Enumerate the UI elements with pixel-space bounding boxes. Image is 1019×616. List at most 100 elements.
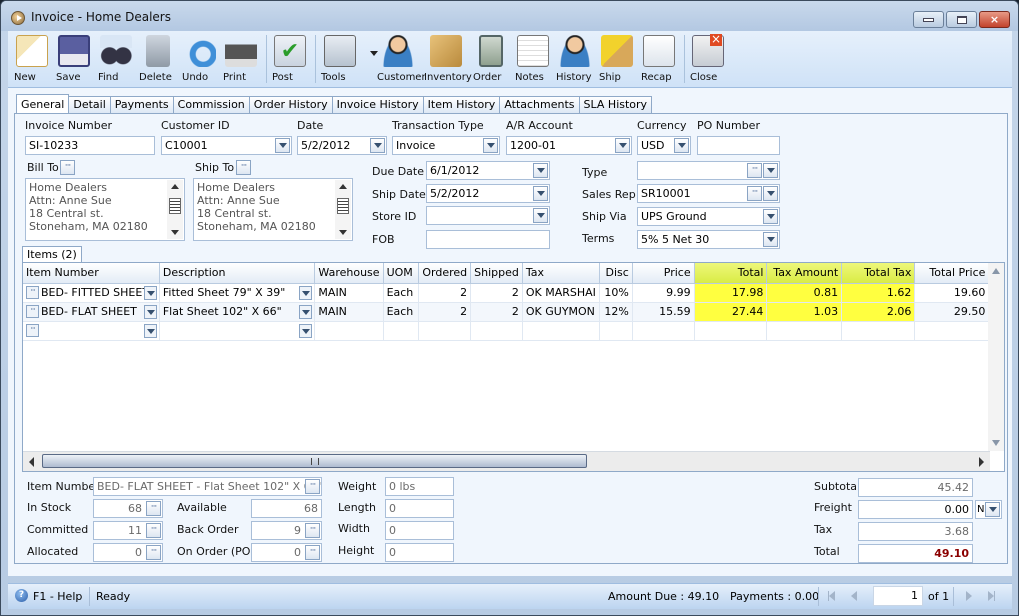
shipped-cell[interactable]: 2 bbox=[470, 302, 523, 322]
sales-rep-lookup-button[interactable]: ··· bbox=[747, 186, 762, 201]
tax-cell[interactable] bbox=[522, 321, 600, 341]
chevron-down-icon[interactable] bbox=[615, 138, 630, 153]
new-item-row[interactable]: ··· bbox=[23, 321, 1004, 341]
price-cell[interactable]: 15.59 bbox=[632, 302, 695, 322]
ship-to-address[interactable]: Home Dealers Attn: Anne Sue 18 Central s… bbox=[193, 178, 353, 241]
tab-general[interactable]: General bbox=[16, 94, 70, 113]
type-combo[interactable]: ··· bbox=[637, 161, 780, 180]
item-lookup-button[interactable]: ··· bbox=[26, 286, 39, 300]
allocated-field[interactable]: 0 ··· bbox=[93, 543, 163, 562]
item-lookup-button[interactable]: ··· bbox=[26, 324, 39, 338]
col-item-number[interactable]: Item Number bbox=[23, 263, 160, 284]
chevron-down-icon[interactable] bbox=[533, 208, 548, 223]
grid-vertical-scrollbar[interactable] bbox=[988, 263, 1004, 451]
chevron-down-icon[interactable] bbox=[533, 186, 548, 201]
chevron-down-icon[interactable] bbox=[370, 138, 385, 153]
col-uom[interactable]: UOM bbox=[383, 263, 420, 284]
customer-id-combo[interactable]: C10001 bbox=[161, 136, 292, 155]
item-lookup-button[interactable]: ··· bbox=[26, 305, 39, 319]
tab-invoice-history[interactable]: Invoice History bbox=[331, 96, 424, 113]
freight-field[interactable]: 0.00 bbox=[858, 500, 973, 519]
warehouse-cell[interactable]: MAIN bbox=[314, 302, 384, 322]
item-lookup-button[interactable]: ··· bbox=[305, 479, 320, 494]
available-field[interactable]: 68 bbox=[251, 499, 322, 518]
store-id-combo[interactable] bbox=[426, 206, 550, 225]
tax-amount-cell[interactable] bbox=[766, 321, 843, 341]
uom-cell[interactable]: Each bbox=[383, 302, 420, 322]
col-tax[interactable]: Tax bbox=[522, 263, 600, 284]
date-picker[interactable]: 5/2/2012 bbox=[297, 136, 387, 155]
scroll-thumb[interactable] bbox=[42, 454, 587, 468]
first-record-icon[interactable] bbox=[828, 591, 835, 604]
table-row[interactable]: ··· BED- FITTED SHEET Fitted Sheet 79" X … bbox=[23, 283, 1004, 303]
find-button[interactable]: Find bbox=[98, 33, 134, 87]
ship-date-picker[interactable]: 5/2/2012 bbox=[426, 184, 550, 203]
previous-record-icon[interactable] bbox=[851, 591, 857, 604]
disc-cell[interactable]: 12% bbox=[599, 302, 633, 322]
item-number-display[interactable]: BED- FLAT SHEET - Flat Sheet 102" X 66" ·… bbox=[93, 477, 322, 496]
scroll-left-icon[interactable] bbox=[29, 457, 34, 467]
new-button[interactable]: New bbox=[14, 33, 50, 87]
ship-button[interactable]: Ship bbox=[599, 33, 635, 87]
scroll-thumb[interactable] bbox=[337, 198, 349, 214]
last-record-icon[interactable] bbox=[988, 591, 995, 604]
committed-field[interactable]: 11 ··· bbox=[93, 521, 163, 540]
total-price-cell[interactable]: 29.50 bbox=[914, 302, 990, 322]
chevron-down-icon[interactable] bbox=[533, 163, 548, 178]
warehouse-cell[interactable] bbox=[314, 321, 384, 341]
table-row[interactable]: ··· BED- FLAT SHEET Flat Sheet 102" X 66"… bbox=[23, 302, 1004, 322]
chevron-down-icon[interactable] bbox=[143, 304, 157, 319]
ship-via-combo[interactable]: UPS Ground bbox=[637, 207, 780, 226]
invoice-number-field[interactable]: SI-10233 bbox=[25, 136, 155, 155]
item-number-cell[interactable]: ··· bbox=[23, 321, 160, 341]
chevron-down-icon[interactable] bbox=[763, 232, 778, 247]
inventory-button[interactable]: Inventory bbox=[424, 33, 472, 87]
chevron-down-icon[interactable] bbox=[483, 138, 498, 153]
description-cell[interactable] bbox=[159, 321, 316, 341]
notes-button[interactable]: Notes bbox=[515, 33, 551, 87]
on-order-field[interactable]: 0 ··· bbox=[251, 543, 322, 562]
recap-button[interactable]: Recap bbox=[641, 33, 677, 87]
warehouse-cell[interactable]: MAIN bbox=[314, 283, 384, 303]
col-total-tax[interactable]: Total Tax bbox=[841, 263, 916, 284]
delete-button[interactable]: Delete bbox=[139, 33, 177, 87]
total-tax-cell[interactable]: 2.06 bbox=[841, 302, 916, 322]
post-button[interactable]: Post bbox=[272, 33, 308, 87]
ordered-cell[interactable]: 2 bbox=[418, 302, 472, 322]
tax-amount-cell[interactable]: 0.81 bbox=[766, 283, 843, 303]
allocated-lookup-button[interactable]: ··· bbox=[146, 545, 161, 560]
help-hint[interactable]: F1 - Help bbox=[33, 590, 82, 603]
price-cell[interactable] bbox=[632, 321, 695, 341]
items-tab[interactable]: Items (2) bbox=[22, 246, 82, 263]
currency-combo[interactable]: USD bbox=[637, 136, 691, 155]
customer-button[interactable]: Customer bbox=[377, 33, 426, 87]
description-cell[interactable]: Fitted Sheet 79" X 39" bbox=[159, 283, 316, 303]
total-cell[interactable] bbox=[694, 321, 768, 341]
col-shipped[interactable]: Shipped bbox=[470, 263, 523, 284]
ar-account-combo[interactable]: 1200-01 bbox=[506, 136, 632, 155]
length-field[interactable]: 0 bbox=[385, 499, 454, 518]
weight-field[interactable]: 0 lbs bbox=[385, 477, 454, 496]
order-button[interactable]: Order bbox=[473, 33, 509, 87]
ordered-cell[interactable] bbox=[418, 321, 472, 341]
height-field[interactable]: 0 bbox=[385, 543, 454, 562]
type-lookup-button[interactable]: ··· bbox=[747, 163, 762, 178]
ship-to-lookup-button[interactable]: ··· bbox=[236, 160, 251, 175]
chevron-down-icon[interactable] bbox=[299, 323, 313, 338]
col-total-price[interactable]: Total Price bbox=[914, 263, 990, 284]
print-button[interactable]: Print bbox=[223, 33, 259, 87]
disc-cell[interactable]: 10% bbox=[599, 283, 633, 303]
page-number-field[interactable]: 1 bbox=[873, 586, 923, 606]
chevron-down-icon[interactable] bbox=[299, 285, 313, 300]
chevron-down-icon[interactable] bbox=[143, 323, 157, 338]
history-button[interactable]: History bbox=[556, 33, 594, 87]
col-tax-amount[interactable]: Tax Amount bbox=[766, 263, 843, 284]
chevron-down-icon[interactable] bbox=[299, 304, 313, 319]
scroll-thumb[interactable] bbox=[169, 198, 181, 214]
total-cell[interactable]: 27.44 bbox=[694, 302, 768, 322]
chevron-down-icon[interactable] bbox=[275, 138, 290, 153]
ordered-cell[interactable]: 2 bbox=[418, 283, 472, 303]
tab-sla-history[interactable]: SLA History bbox=[578, 96, 653, 113]
scroll-right-icon[interactable] bbox=[979, 457, 984, 467]
uom-cell[interactable]: Each bbox=[383, 283, 420, 303]
